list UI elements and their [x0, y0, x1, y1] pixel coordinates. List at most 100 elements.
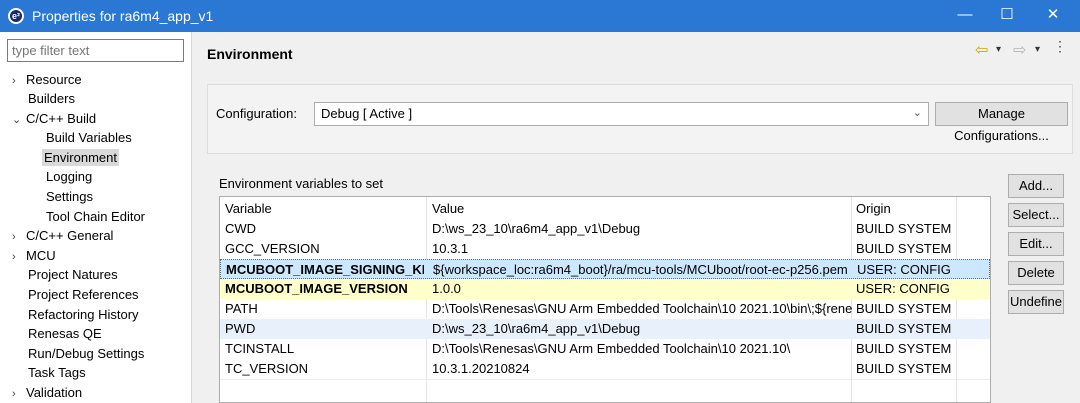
table-row[interactable]: TC_VERSION 10.3.1.20210824 BUILD SYSTEM	[220, 359, 990, 379]
tree-item-label: Build Variables	[46, 130, 132, 145]
tree-item-task-tags[interactable]: Task Tags	[28, 363, 86, 382]
variable-cell: MCUBOOT_IMAGE_SIGNING_KEY	[226, 262, 424, 277]
table-row[interactable]: TCINSTALL D:\Tools\Renesas\GNU Arm Embed…	[220, 339, 990, 359]
configuration-select[interactable]: Debug [ Active ] ⌄	[314, 102, 929, 126]
column-header-variable[interactable]: Variable	[225, 199, 423, 219]
tree-item-cc-general[interactable]: › C/C++ General	[12, 226, 113, 245]
chevron-down-icon: ⌄	[912, 107, 922, 119]
variable-cell: TCINSTALL	[225, 341, 295, 356]
minimize-button[interactable]: —	[942, 0, 988, 32]
configuration-label: Configuration:	[216, 106, 297, 121]
configuration-value: Debug [ Active ]	[321, 106, 413, 121]
page-header: Environment ⇦ ▾ ⇨ ▾ ⋮	[193, 32, 1080, 76]
select-button[interactable]: Select...	[1008, 203, 1064, 227]
tree-item-build-variables[interactable]: Build Variables	[46, 128, 132, 147]
origin-cell: BUILD SYSTEM	[856, 321, 952, 336]
window-title: Properties for ra6m4_app_v1	[32, 8, 214, 24]
origin-cell: BUILD SYSTEM	[856, 241, 952, 256]
forward-arrow-icon[interactable]: ⇨	[1013, 40, 1026, 60]
env-variables-table[interactable]: Variable Value Origin CWD D:\ws_23_10\ra…	[219, 196, 991, 403]
back-dropdown-icon[interactable]: ▾	[996, 44, 1001, 55]
origin-cell: BUILD SYSTEM	[856, 361, 952, 376]
edit-button[interactable]: Edit...	[1008, 232, 1064, 256]
chevron-right-icon[interactable]: ›	[12, 385, 26, 403]
title-bar: e² Properties for ra6m4_app_v1 — ☐ ✕	[0, 0, 1080, 32]
undefine-button[interactable]: Undefine	[1008, 290, 1064, 314]
value-cell: D:\ws_23_10\ra6m4_app_v1\Debug	[432, 221, 641, 236]
tree-item-validation[interactable]: › Validation	[12, 383, 82, 402]
tree-item-logging[interactable]: Logging	[46, 167, 92, 186]
tree-item-label: Validation	[26, 385, 83, 400]
origin-cell: USER: CONFIG	[856, 281, 950, 296]
page-title: Environment	[207, 46, 293, 62]
tree-item-label: Project References	[28, 287, 139, 302]
tree-item-label: Tool Chain Editor	[46, 209, 145, 224]
tree-item-project-natures[interactable]: Project Natures	[28, 265, 118, 284]
variable-cell: GCC_VERSION	[225, 241, 320, 256]
add-button[interactable]: Add...	[1008, 174, 1064, 198]
table-row[interactable]: PATH D:\Tools\Renesas\GNU Arm Embedded T…	[220, 299, 990, 319]
filter-input[interactable]	[7, 39, 184, 62]
tree-item-label: Environment	[42, 149, 119, 166]
column-header-origin[interactable]: Origin	[856, 199, 956, 219]
tree-item-settings[interactable]: Settings	[46, 187, 93, 206]
close-button[interactable]: ✕	[1030, 0, 1076, 32]
tree-item-run-debug-settings[interactable]: Run/Debug Settings	[28, 344, 144, 363]
eclipse-app-icon: e²	[8, 8, 24, 24]
tree-item-tool-chain-editor[interactable]: Tool Chain Editor	[46, 207, 145, 226]
tree-item-label: C/C++ General	[26, 228, 114, 243]
variable-cell: MCUBOOT_IMAGE_VERSION	[225, 281, 408, 296]
tree-item-label: Run/Debug Settings	[28, 346, 145, 361]
more-options-icon[interactable]: ⋮	[1053, 38, 1067, 55]
chevron-down-icon[interactable]: ⌄	[12, 111, 26, 130]
table-row[interactable]: GCC_VERSION 10.3.1 BUILD SYSTEM	[220, 239, 990, 259]
tree-item-label: MCU	[26, 248, 56, 263]
main-panel: Environment ⇦ ▾ ⇨ ▾ ⋮ Configuration: Deb…	[193, 32, 1080, 403]
origin-cell: BUILD SYSTEM	[856, 301, 952, 316]
value-cell: D:\ws_23_10\ra6m4_app_v1\Debug	[432, 321, 641, 336]
tree-item-resource[interactable]: › Resource	[12, 70, 82, 89]
table-row[interactable]: CWD D:\ws_23_10\ra6m4_app_v1\Debug BUILD…	[220, 219, 990, 239]
chevron-right-icon[interactable]: ›	[12, 72, 26, 91]
maximize-button[interactable]: ☐	[984, 0, 1030, 32]
variable-cell: CWD	[225, 221, 257, 236]
column-header-value[interactable]: Value	[432, 199, 852, 219]
manage-configurations-button[interactable]: Manage Configurations...	[935, 102, 1068, 143]
tree-item-label: Resource	[26, 72, 82, 87]
variable-cell: TC_VERSION	[225, 361, 309, 376]
env-section-label: Environment variables to set	[219, 176, 384, 191]
chevron-right-icon[interactable]: ›	[12, 228, 26, 247]
delete-button[interactable]: Delete	[1008, 261, 1064, 285]
tree-item-environment[interactable]: Environment	[42, 148, 119, 167]
origin-cell: USER: CONFIG	[857, 262, 951, 277]
tree-item-label: Renesas QE	[28, 326, 102, 341]
forward-dropdown-icon[interactable]: ▾	[1035, 44, 1040, 55]
table-row[interactable]: MCUBOOT_IMAGE_VERSION 1.0.0 USER: CONFIG	[220, 279, 990, 299]
row-divider	[220, 379, 990, 380]
back-arrow-icon[interactable]: ⇦	[975, 40, 988, 60]
chevron-right-icon[interactable]: ›	[12, 248, 26, 267]
variable-cell: PATH	[225, 301, 258, 316]
tree-item-builders[interactable]: Builders	[28, 89, 75, 108]
tree-item-project-references[interactable]: Project References	[28, 285, 139, 304]
table-row-selected[interactable]: MCUBOOT_IMAGE_SIGNING_KEY ${workspace_lo…	[220, 259, 990, 279]
tree-item-label: Settings	[46, 189, 93, 204]
value-cell: D:\Tools\Renesas\GNU Arm Embedded Toolch…	[432, 301, 852, 316]
value-cell: 10.3.1	[432, 241, 469, 256]
tree-item-mcu[interactable]: › MCU	[12, 246, 56, 265]
value-cell: 1.0.0	[432, 281, 461, 296]
tree-item-renesas-qe[interactable]: Renesas QE	[28, 324, 102, 343]
table-row[interactable]: PWD D:\ws_23_10\ra6m4_app_v1\Debug BUILD…	[220, 319, 990, 339]
sidebar: ›Resource Builders ⌄C/C++ Build Build Va…	[0, 32, 192, 403]
table-header-row: Variable Value Origin	[220, 199, 990, 219]
tree-item-refactoring-history[interactable]: Refactoring History	[28, 305, 139, 324]
value-cell: ${workspace_loc:ra6m4_boot}/ra/mcu-tools…	[433, 262, 848, 277]
tree-item-label: Builders	[28, 91, 75, 106]
value-cell: 10.3.1.20210824	[432, 361, 530, 376]
configuration-group: Configuration: Debug [ Active ] ⌄ Manage…	[207, 84, 1073, 154]
origin-cell: BUILD SYSTEM	[856, 221, 952, 236]
tree-item-label: Logging	[46, 169, 93, 184]
tree-item-label: C/C++ Build	[26, 111, 97, 126]
origin-cell: BUILD SYSTEM	[856, 341, 952, 356]
tree-item-cc-build[interactable]: ⌄ C/C++ Build	[12, 109, 96, 128]
